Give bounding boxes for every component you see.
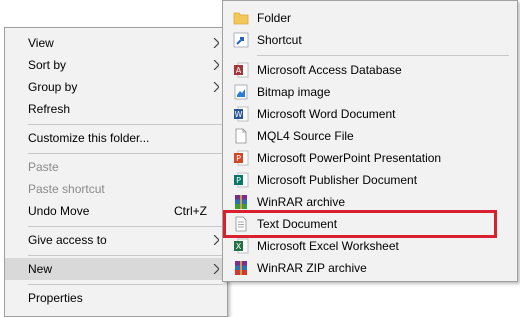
submenu-item-access-database[interactable]: A Microsoft Access Database (223, 59, 517, 81)
bitmap-icon (233, 84, 249, 100)
menu-item-properties[interactable]: Properties (5, 287, 227, 309)
menu-item-refresh[interactable]: Refresh (5, 98, 227, 120)
menu-separator (28, 226, 223, 227)
word-icon: W (233, 106, 249, 122)
menu-item-paste-shortcut: Paste shortcut (5, 178, 227, 200)
submenu-item-label: Folder (257, 11, 292, 25)
menu-item-label: Sort by (28, 58, 67, 72)
menu-item-shortcut: Ctrl+Z (174, 204, 207, 218)
submenu-item-winrar-zip-archive[interactable]: WinRAR ZIP archive (223, 257, 517, 279)
menu-item-label: Properties (28, 291, 83, 305)
menu-item-view[interactable]: View (5, 32, 227, 54)
svg-text:P: P (236, 154, 241, 163)
submenu-item-label: Microsoft Access Database (257, 63, 402, 77)
submenu-item-label: Microsoft Publisher Document (257, 173, 418, 187)
menu-item-customize-folder[interactable]: Customize this folder... (5, 127, 227, 149)
submenu-item-label: Microsoft Excel Worksheet (257, 239, 399, 253)
menu-item-label: View (28, 36, 54, 50)
submenu-separator (257, 55, 509, 56)
submenu-item-winrar-archive[interactable]: WinRAR archive (223, 191, 517, 213)
submenu-item-excel-worksheet[interactable]: X Microsoft Excel Worksheet (223, 235, 517, 257)
menu-item-label: Give access to (28, 233, 107, 247)
menu-separator (28, 284, 223, 285)
menu-item-new[interactable]: New (5, 258, 227, 280)
menu-item-paste: Paste (5, 156, 227, 178)
menu-separator (28, 153, 223, 154)
submenu-item-folder[interactable]: Folder (223, 7, 517, 29)
submenu-item-label: WinRAR archive (257, 195, 346, 209)
menu-separator (28, 124, 223, 125)
submenu-item-label: WinRAR ZIP archive (257, 261, 367, 275)
powerpoint-icon: P (233, 150, 249, 166)
chevron-right-icon (213, 32, 219, 48)
menu-item-label: Refresh (28, 102, 71, 116)
publisher-icon: P (233, 172, 249, 188)
menu-item-label: New (28, 262, 53, 276)
submenu-item-label: Bitmap image (257, 85, 331, 99)
svg-text:P: P (236, 176, 241, 185)
menu-item-label: Paste (28, 160, 59, 174)
excel-icon: X (233, 238, 249, 254)
menu-item-label: Paste shortcut (28, 182, 105, 196)
menu-item-label: Undo Move (28, 204, 90, 218)
submenu-item-mql4-source-file[interactable]: MQL4 Source File (223, 125, 517, 147)
context-menu: View Sort by Group by Refresh Customize … (4, 27, 228, 317)
menu-item-label: Group by (28, 80, 78, 94)
menu-item-give-access-to[interactable]: Give access to (5, 229, 227, 251)
submenu-item-shortcut[interactable]: Shortcut (223, 29, 517, 51)
winrar-zip-icon (233, 260, 249, 276)
new-submenu: Folder Shortcut A Microsoft Access Datab… (222, 0, 518, 282)
svg-text:W: W (235, 110, 243, 119)
chevron-right-icon (213, 54, 219, 70)
folder-icon (233, 10, 249, 26)
svg-text:X: X (236, 242, 242, 251)
submenu-item-label: MQL4 Source File (257, 129, 354, 143)
menu-item-undo-move[interactable]: Undo Move Ctrl+Z (5, 200, 227, 222)
submenu-item-text-document[interactable]: Text Document (223, 213, 517, 235)
submenu-item-label: Microsoft Word Document (257, 107, 396, 121)
submenu-item-label: Shortcut (257, 33, 302, 47)
access-icon: A (233, 62, 249, 78)
chevron-right-icon (213, 258, 219, 274)
chevron-right-icon (213, 76, 219, 92)
shortcut-icon (233, 32, 249, 48)
text-document-icon (233, 216, 249, 232)
menu-item-group-by[interactable]: Group by (5, 76, 227, 98)
chevron-right-icon (213, 229, 219, 245)
submenu-item-publisher-document[interactable]: P Microsoft Publisher Document (223, 169, 517, 191)
submenu-item-powerpoint-presentation[interactable]: P Microsoft PowerPoint Presentation (223, 147, 517, 169)
submenu-item-label: Text Document (257, 217, 338, 231)
blank-file-icon (233, 128, 249, 144)
menu-item-label: Customize this folder... (28, 131, 150, 145)
submenu-item-label: Microsoft PowerPoint Presentation (257, 151, 442, 165)
svg-text:A: A (236, 66, 242, 75)
winrar-icon (233, 194, 249, 210)
submenu-item-word-document[interactable]: W Microsoft Word Document (223, 103, 517, 125)
menu-separator (28, 255, 223, 256)
submenu-item-bitmap-image[interactable]: Bitmap image (223, 81, 517, 103)
menu-item-sort-by[interactable]: Sort by (5, 54, 227, 76)
